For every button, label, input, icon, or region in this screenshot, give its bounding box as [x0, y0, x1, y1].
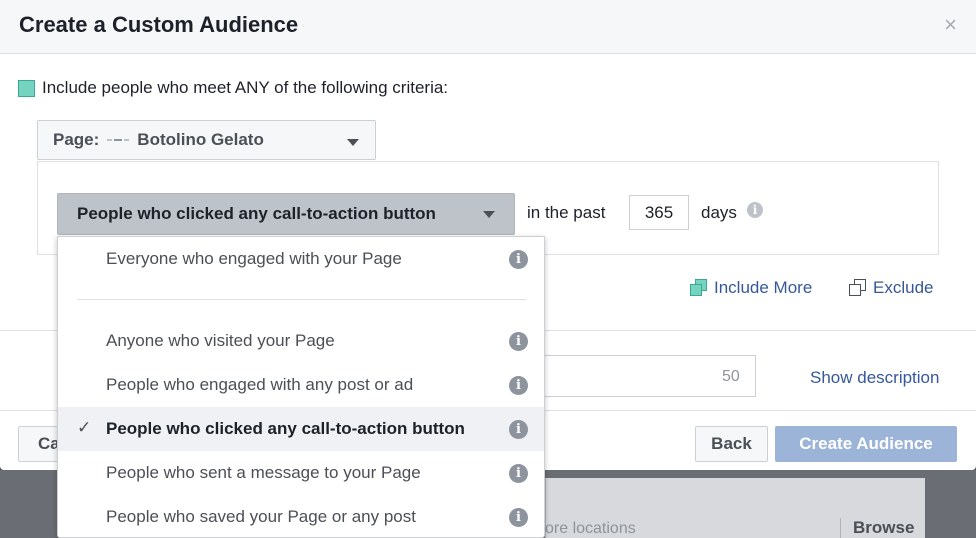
menu-item-label: People who sent a message to your Page [106, 463, 421, 482]
exclude-label: Exclude [873, 278, 934, 297]
menu-item-clicked-cta[interactable]: ✓ People who clicked any call-to-action … [58, 407, 544, 451]
retention-prefix: in the past [527, 203, 606, 222]
create-audience-button[interactable]: Create Audience [775, 426, 957, 462]
menu-item-sent-message[interactable]: People who sent a message to your Page i [58, 451, 544, 495]
exclude-icon [849, 279, 867, 297]
criteria-label: Include people who meet ANY of the follo… [42, 78, 449, 97]
checkmark-icon: ✓ [77, 418, 92, 437]
menu-item-engaged-post-or-ad[interactable]: People who engaged with any post or ad i [58, 363, 544, 407]
dialog-header: Create a Custom Audience × [0, 0, 976, 54]
menu-item-label: People who engaged with any post or ad [106, 375, 414, 394]
menu-separator [77, 299, 526, 300]
menu-item-label: People who saved your Page or any post [106, 507, 416, 526]
page-select-label: Page: [53, 130, 100, 149]
page-logo-icon [107, 135, 130, 145]
info-icon[interactable]: i [509, 250, 528, 269]
exclude-link[interactable]: Exclude [849, 278, 933, 298]
info-icon[interactable]: i [509, 332, 528, 351]
show-description-link[interactable]: Show description [810, 368, 939, 388]
menu-item-visited-page[interactable]: Anyone who visited your Page i [58, 319, 544, 363]
background-browse-button: Browse [840, 518, 920, 538]
info-icon[interactable]: i [747, 202, 763, 218]
close-icon[interactable]: × [944, 14, 957, 36]
info-icon[interactable]: i [509, 420, 528, 439]
retention-suffix: days [701, 203, 737, 222]
event-type-value: People who clicked any call-to-action bu… [77, 204, 436, 223]
background-locations-text: ore locations [545, 520, 636, 537]
dialog-title: Create a Custom Audience [19, 12, 299, 37]
menu-item-saved-page-or-post[interactable]: People who saved your Page or any post i [58, 495, 544, 537]
include-more-link[interactable]: Include More [690, 278, 812, 298]
info-icon[interactable]: i [509, 508, 528, 527]
criteria-row: Include people who meet ANY of the follo… [18, 78, 448, 98]
menu-item-everyone-engaged[interactable]: Everyone who engaged with your Page i [58, 237, 544, 281]
page-select-value: Botolino Gelato [137, 130, 264, 149]
info-icon[interactable]: i [509, 376, 528, 395]
chevron-down-icon [483, 211, 495, 218]
menu-item-label: People who clicked any call-to-action bu… [106, 419, 465, 438]
page-select-dropdown[interactable]: Page: Botolino Gelato [37, 120, 376, 160]
event-type-dropdown[interactable]: People who clicked any call-to-action bu… [57, 193, 515, 235]
info-icon[interactable]: i [509, 464, 528, 483]
back-button[interactable]: Back [695, 426, 768, 462]
audience-name-char-count: 50 [722, 368, 740, 385]
criteria-color-swatch [18, 79, 35, 97]
chevron-down-icon [347, 139, 359, 146]
menu-item-label: Anyone who visited your Page [106, 331, 335, 350]
menu-item-label: Everyone who engaged with your Page [106, 249, 402, 268]
event-type-menu: Everyone who engaged with your Page i An… [57, 236, 545, 538]
retention-days-input[interactable] [629, 195, 689, 230]
include-more-icon [690, 279, 708, 297]
include-more-label: Include More [714, 278, 813, 297]
